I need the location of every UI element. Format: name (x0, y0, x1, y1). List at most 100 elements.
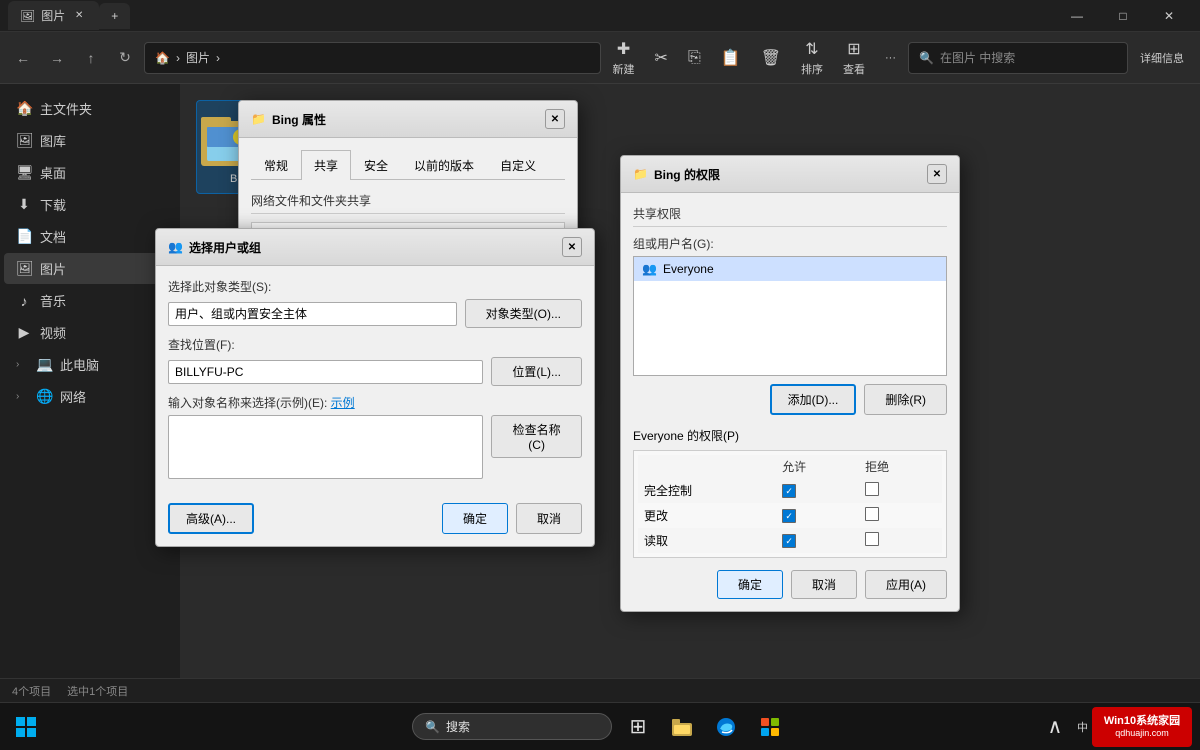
perm-row-change: 更改 ✓ (638, 503, 942, 528)
tab-prev-versions[interactable]: 以前的版本 (401, 150, 487, 180)
sidebar-item-network[interactable]: › 🌐 网络 (4, 381, 176, 412)
select-user-close-btn[interactable]: ✕ (562, 237, 582, 257)
sidebar-item-desktop[interactable]: 🖥 桌面 (4, 157, 176, 188)
cut-button[interactable]: ✂ (647, 44, 676, 72)
taskbar-search[interactable]: 🔍 搜索 (412, 713, 612, 740)
tab-share[interactable]: 共享 (301, 150, 351, 180)
bing-props-close-btn[interactable]: ✕ (545, 109, 565, 129)
sidebar-item-documents[interactable]: 📄 文档 (4, 221, 176, 252)
check-name-btn[interactable]: 检查名称(C) (491, 415, 582, 458)
object-type-btn[interactable]: 对象类型(O)... (465, 299, 582, 328)
perm-change-allow[interactable]: ✓ (776, 503, 859, 528)
address-separator2: › (216, 51, 220, 65)
sidebar-item-downloads[interactable]: ⬇ 下载 (4, 189, 176, 220)
example-link[interactable]: 示例 (331, 396, 355, 410)
start-button[interactable] (8, 709, 44, 745)
tab-close-btn[interactable]: ✕ (71, 8, 87, 24)
sort-button[interactable]: ⇅ 排序 (793, 35, 831, 81)
sidebar-item-pictures[interactable]: 🖼 图片 (4, 253, 176, 284)
new-icon: ✚ (617, 39, 630, 59)
title-bar-controls: — □ ✕ (1054, 0, 1192, 32)
group-label: 组或用户名(G): (633, 235, 947, 252)
perm-full-deny[interactable] (859, 478, 942, 503)
add-user-btn[interactable]: 添加(D)... (770, 384, 857, 415)
search-field[interactable]: 🔍 在图片 中搜索 (908, 42, 1128, 74)
task-view-btn[interactable]: ⊞ (620, 709, 656, 745)
back-btn[interactable]: ← (8, 43, 38, 73)
new-tab-btn[interactable]: + (99, 3, 130, 29)
minimize-btn[interactable]: — (1054, 0, 1100, 32)
edge-btn[interactable] (708, 709, 744, 745)
paste-button[interactable]: 📋 (713, 44, 749, 72)
sidebar-item-computer[interactable]: › 💻 此电脑 (4, 349, 176, 380)
select-user-title-bar: 👥 选择用户或组 ✕ (156, 229, 594, 266)
folder-icon-small: 📁 (251, 112, 266, 126)
sidebar-item-music[interactable]: ♪ 音乐 (4, 285, 176, 316)
maximize-btn[interactable]: □ (1100, 0, 1146, 32)
copy-icon: ⎘ (688, 49, 701, 67)
select-user-ok-btn[interactable]: 确定 (442, 503, 508, 534)
sidebar-item-label: 视频 (40, 323, 66, 342)
documents-icon: 📄 (16, 228, 32, 245)
view-button[interactable]: ⊞ 查看 (835, 35, 873, 81)
bing-perms-apply-btn[interactable]: 应用(A) (865, 570, 947, 599)
copy-button[interactable]: ⎘ (680, 45, 709, 71)
select-user-cancel-btn[interactable]: 取消 (516, 503, 582, 534)
location-row: 位置(L)... (168, 357, 582, 386)
close-btn[interactable]: ✕ (1146, 0, 1192, 32)
refresh-btn[interactable]: ↻ (110, 43, 140, 73)
show-hidden-icons[interactable]: ∧ (1037, 709, 1073, 745)
perm-read-deny[interactable] (859, 528, 942, 553)
address-bar[interactable]: 🏠 › 图片 › (144, 42, 601, 74)
address-path: 图片 (186, 49, 210, 66)
sidebar-item-videos[interactable]: ▶ 视频 (4, 317, 176, 348)
share-section-title: 网络文件和文件夹共享 (251, 192, 565, 214)
perm-row-read: 读取 ✓ (638, 528, 942, 553)
sidebar-item-gallery[interactable]: 🖼 图库 (4, 125, 176, 156)
store-icon (759, 716, 781, 738)
more-button[interactable]: ··· (877, 48, 904, 68)
bing-perms-icon: 📁 (633, 167, 648, 181)
object-type-input[interactable] (168, 302, 457, 326)
object-type-label: 选择此对象类型(S): (168, 278, 582, 295)
perm-full-allow[interactable]: ✓ (776, 478, 859, 503)
location-btn[interactable]: 位置(L)... (491, 357, 582, 386)
forward-btn[interactable]: → (42, 43, 72, 73)
up-btn[interactable]: ↑ (76, 43, 106, 73)
bing-perms-close-btn[interactable]: ✕ (927, 164, 947, 184)
group-everyone[interactable]: 👥 Everyone (634, 257, 946, 281)
group-list[interactable]: 👥 Everyone (633, 256, 947, 376)
view-icon: ⊞ (847, 39, 860, 59)
bing-perms-ok-btn[interactable]: 确定 (717, 570, 783, 599)
taskbar-search-icon: 🔍 (425, 720, 440, 734)
advanced-btn[interactable]: 高级(A)... (168, 503, 254, 534)
name-input[interactable] (168, 415, 483, 479)
delete-button[interactable]: 🗑 (753, 44, 789, 72)
expand-icon: › (16, 359, 28, 370)
location-input[interactable] (168, 360, 483, 384)
bing-perms-cancel-btn[interactable]: 取消 (791, 570, 857, 599)
tab-general[interactable]: 常规 (251, 150, 301, 180)
remove-user-btn[interactable]: 删除(R) (864, 384, 947, 415)
new-button[interactable]: ✚ 新建 (605, 35, 643, 81)
win10-logo-area[interactable]: Win10系统家园 qdhuajin.com (1092, 707, 1192, 747)
taskbar: 🔍 搜索 ⊞ ∧ (0, 702, 1200, 750)
download-icon: ⬇ (16, 196, 32, 213)
perm-change-deny[interactable] (859, 503, 942, 528)
title-left: 📁 Bing 属性 (251, 111, 326, 128)
file-explorer-taskbar-btn[interactable] (664, 709, 700, 745)
store-btn[interactable] (752, 709, 788, 745)
music-icon: ♪ (16, 293, 32, 309)
perm-read-allow[interactable]: ✓ (776, 528, 859, 553)
sidebar-item-home[interactable]: 🏠 主文件夹 (4, 93, 176, 124)
detail-button[interactable]: 详细信息 (1132, 46, 1192, 70)
tab-pictures[interactable]: 🖼 图片 ✕ (8, 1, 99, 30)
lang-indicator[interactable]: 中 (1077, 719, 1088, 735)
tab-custom[interactable]: 自定义 (487, 150, 549, 180)
perm-read: 读取 (638, 528, 776, 553)
paste-icon: 📋 (721, 48, 741, 68)
perm-change: 更改 (638, 503, 776, 528)
tab-security[interactable]: 安全 (351, 150, 401, 180)
sidebar-item-label: 音乐 (40, 291, 66, 310)
taskbar-left (0, 709, 44, 745)
